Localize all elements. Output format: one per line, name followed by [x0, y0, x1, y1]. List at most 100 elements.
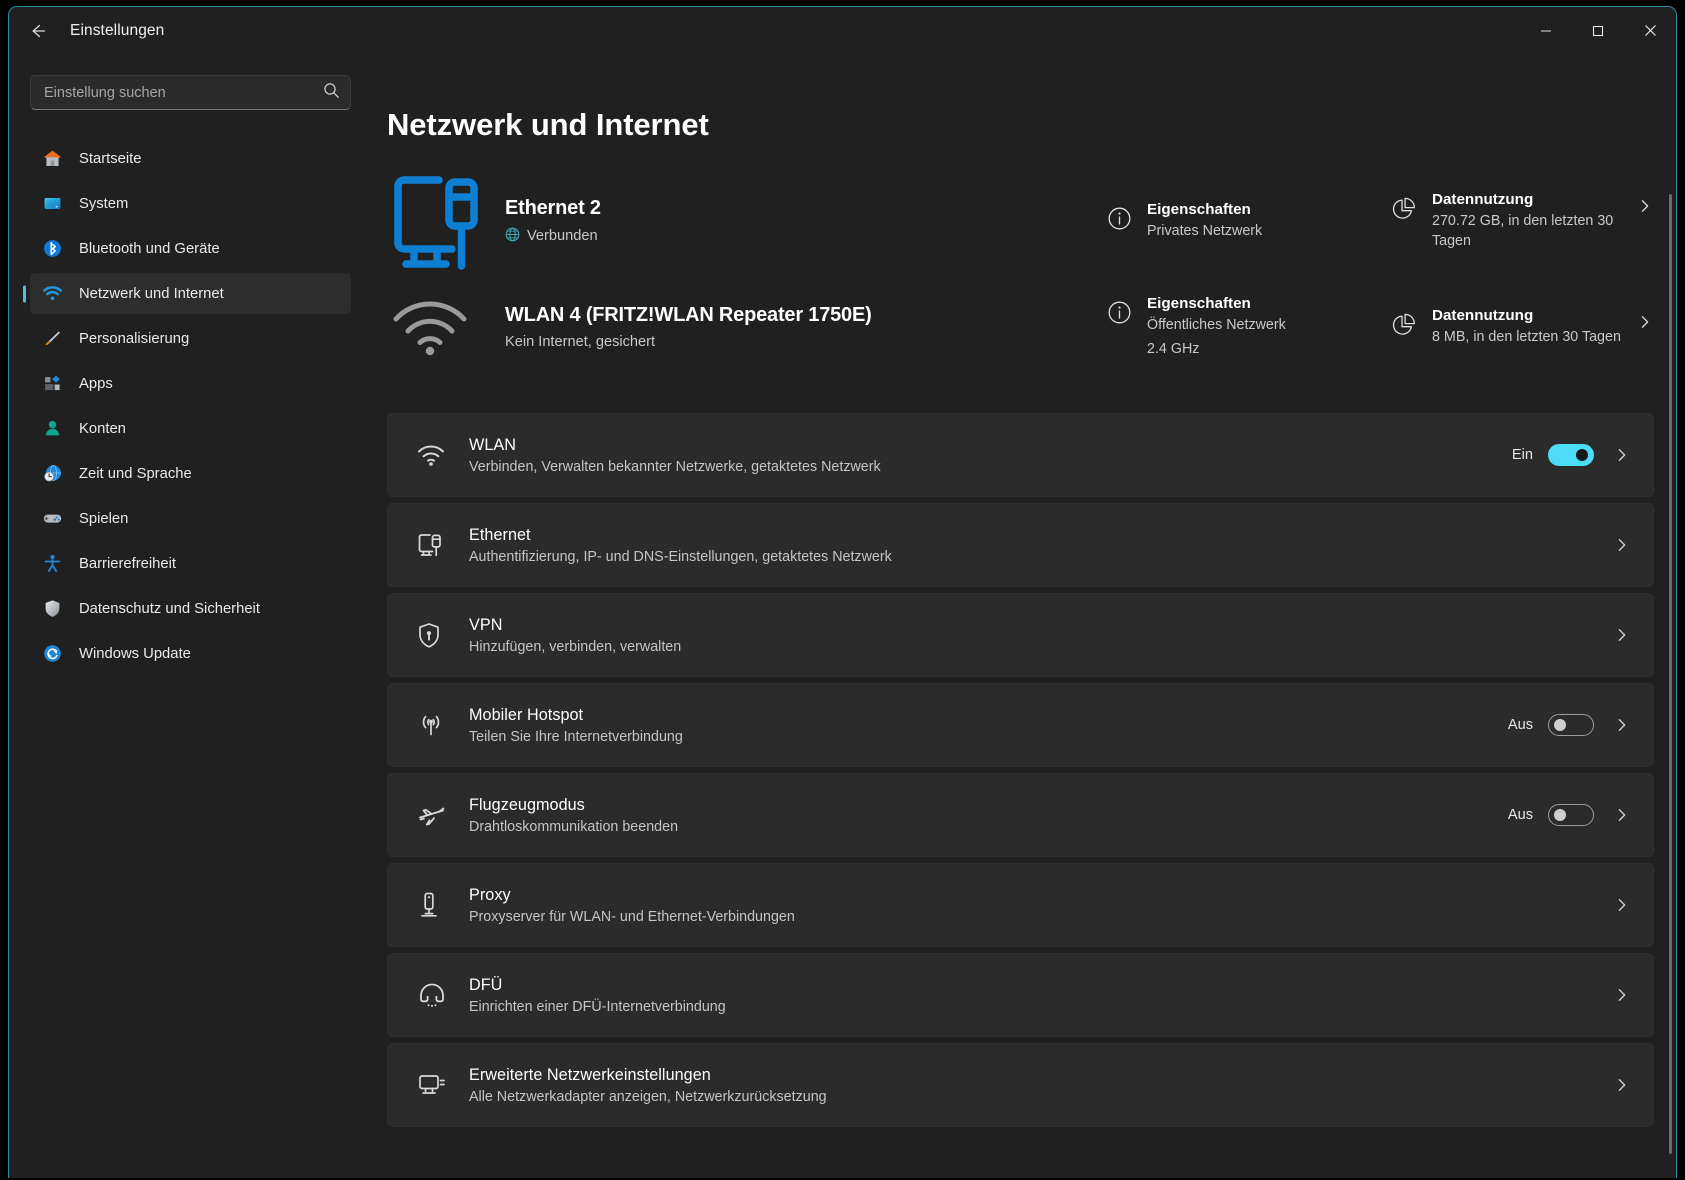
vertical-scrollbar[interactable]: [1669, 194, 1672, 1154]
action-title: Eigenschaften: [1147, 295, 1392, 312]
card-desc: Proxyserver für WLAN- und Ethernet-Verbi…: [469, 909, 1609, 925]
monitor-icon: [41, 193, 63, 215]
ethernet-properties-action[interactable]: Eigenschaften Privates Netzwerk: [1107, 201, 1392, 241]
sidebar-item-label: Barrierefreiheit: [79, 556, 176, 572]
sidebar-item-apps[interactable]: Apps: [30, 363, 351, 404]
apps-icon: [41, 373, 63, 395]
card-title: Mobiler Hotspot: [469, 706, 1508, 725]
card-title: VPN: [469, 616, 1609, 635]
card-title: Proxy: [469, 886, 1609, 905]
wlan-toggle-state: Ein: [1512, 447, 1533, 463]
sidebar-item-barrierefreiheit[interactable]: Barrierefreiheit: [30, 543, 351, 584]
card-title: Ethernet: [469, 526, 1609, 545]
sidebar-item-windows-update[interactable]: Windows Update: [30, 633, 351, 674]
info-icon: [1107, 295, 1133, 330]
sidebar-item-label: Netzwerk und Internet: [79, 286, 224, 302]
action-desc: Privates Netzwerk: [1147, 222, 1392, 241]
hotspot-toggle[interactable]: [1548, 714, 1594, 736]
card-desc: Hinzufügen, verbinden, verwalten: [469, 639, 1609, 655]
sidebar-item-label: Personalisierung: [79, 331, 189, 347]
connection-name: WLAN 4 (FRITZ!WLAN Repeater 1750E): [505, 304, 1107, 327]
person-icon: [41, 418, 63, 440]
wlan-toggle[interactable]: [1548, 444, 1594, 466]
ethernet-icon: [409, 532, 455, 558]
sidebar-item-label: System: [79, 196, 128, 212]
sidebar-item-datenschutz-und-sicherheit[interactable]: Datenschutz und Sicherheit: [30, 588, 351, 629]
sidebar-item-startseite[interactable]: Startseite: [30, 138, 351, 179]
dialup-phone-icon: [409, 982, 455, 1008]
action-desc: 270.72 GB, in den letzten 30 Tagen: [1432, 212, 1624, 251]
scroll-area: Netzwerk und Internet: [387, 54, 1676, 1178]
connection-status-label: Verbunden: [527, 228, 598, 244]
ethernet-large-icon: [387, 169, 505, 273]
card-ethernet[interactable]: Ethernet Authentifizierung, IP- und DNS-…: [387, 503, 1654, 587]
wlan-data-usage-action[interactable]: Datennutzung 8 MB, in den letzten 30 Tag…: [1392, 307, 1654, 347]
chevron-right-icon: [1615, 898, 1631, 912]
back-button[interactable]: [20, 13, 56, 49]
search-box[interactable]: [30, 75, 351, 110]
action-desc-2: 2.4 GHz: [1147, 340, 1392, 359]
search-input[interactable]: [44, 85, 323, 101]
settings-card-list: WLAN Verbinden, Verwalten bekannter Netz…: [387, 413, 1654, 1127]
card-erweiterte-netzwerkeinstellungen[interactable]: Erweiterte Netzwerkeinstellungen Alle Ne…: [387, 1043, 1654, 1127]
action-title: Datennutzung: [1432, 191, 1624, 208]
sidebar-item-label: Spielen: [79, 511, 128, 527]
window-controls: [1520, 7, 1676, 54]
card-desc: Alle Netzwerkadapter anzeigen, Netzwerkz…: [469, 1089, 1609, 1105]
sidebar-item-system[interactable]: System: [30, 183, 351, 224]
hotspot-toggle-state: Aus: [1508, 717, 1533, 733]
bluetooth-icon: [41, 238, 63, 260]
card-desc: Teilen Sie Ihre Internetverbindung: [469, 729, 1508, 745]
wifi-large-icon: [387, 297, 505, 357]
maximize-button[interactable]: [1572, 7, 1624, 54]
card-dfue[interactable]: DFÜ Einrichten einer DFÜ-Internetverbind…: [387, 953, 1654, 1037]
connection-summary: Ethernet 2: [387, 168, 1654, 380]
card-mobiler-hotspot[interactable]: Mobiler Hotspot Teilen Sie Ihre Internet…: [387, 683, 1654, 767]
minimize-button[interactable]: [1520, 7, 1572, 54]
page-title: Netzwerk und Internet: [387, 107, 1654, 143]
action-desc: Öffentliches Netzwerk: [1147, 316, 1392, 335]
pie-chart-icon: [1392, 307, 1418, 342]
airplane-toggle[interactable]: [1548, 804, 1594, 826]
title-bar: Einstellungen: [9, 7, 1676, 54]
close-button[interactable]: [1624, 7, 1676, 54]
sidebar-item-netzwerk-und-internet[interactable]: Netzwerk und Internet: [30, 273, 351, 314]
sidebar-item-label: Startseite: [79, 151, 142, 167]
wlan-properties-action[interactable]: Eigenschaften Öffentliches Netzwerk 2.4 …: [1107, 295, 1392, 359]
card-desc: Drahtloskommunikation beenden: [469, 819, 1508, 835]
accessibility-icon: [41, 553, 63, 575]
sidebar-nav: Startseite System: [9, 138, 375, 674]
sidebar-item-bluetooth[interactable]: Bluetooth und Geräte: [30, 228, 351, 269]
connection-status: Verbunden: [505, 227, 1107, 246]
card-flugzeugmodus[interactable]: Flugzeugmodus Drahtloskommunikation been…: [387, 773, 1654, 857]
sidebar-item-zeit-und-sprache[interactable]: Zeit und Sprache: [30, 453, 351, 494]
chevron-right-icon: [1615, 1078, 1631, 1092]
clock-globe-icon: [41, 463, 63, 485]
chevron-right-icon: [1615, 448, 1631, 462]
globe-icon: [505, 227, 520, 246]
brush-icon: [41, 328, 63, 350]
card-wlan[interactable]: WLAN Verbinden, Verwalten bekannter Netz…: [387, 413, 1654, 497]
proxy-server-icon: [409, 891, 455, 919]
connection-row-wlan: WLAN 4 (FRITZ!WLAN Repeater 1750E) Kein …: [387, 274, 1654, 380]
sidebar-item-konten[interactable]: Konten: [30, 408, 351, 449]
card-title: Erweiterte Netzwerkeinstellungen: [469, 1066, 1609, 1085]
card-title: WLAN: [469, 436, 1512, 455]
ethernet-data-usage-action[interactable]: Datennutzung 270.72 GB, in den letzten 3…: [1392, 191, 1654, 251]
sidebar-item-label: Datenschutz und Sicherheit: [79, 601, 260, 617]
card-proxy[interactable]: Proxy Proxyserver für WLAN- und Ethernet…: [387, 863, 1654, 947]
sidebar-item-spielen[interactable]: Spielen: [30, 498, 351, 539]
settings-window: Einstellungen: [8, 6, 1677, 1178]
card-vpn[interactable]: VPN Hinzufügen, verbinden, verwalten: [387, 593, 1654, 677]
toggle-knob: [1576, 449, 1588, 461]
vpn-shield-icon: [409, 622, 455, 649]
connection-row-ethernet: Ethernet 2: [387, 168, 1654, 274]
chevron-right-icon: [1638, 307, 1654, 334]
action-title: Eigenschaften: [1147, 201, 1392, 218]
card-title: Flugzeugmodus: [469, 796, 1508, 815]
sidebar-item-personalisierung[interactable]: Personalisierung: [30, 318, 351, 359]
advanced-network-icon: [409, 1072, 455, 1098]
chevron-right-icon: [1615, 538, 1631, 552]
info-icon: [1107, 201, 1133, 236]
connection-info: Ethernet 2: [505, 197, 1107, 246]
